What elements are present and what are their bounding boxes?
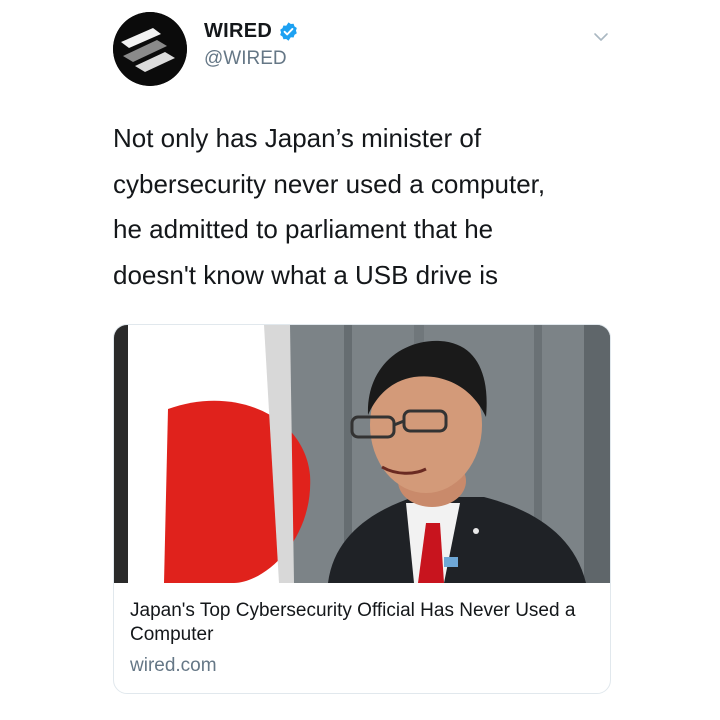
author-handle[interactable]: @WIRED (204, 48, 287, 70)
link-card[interactable]: Japan's Top Cybersecurity Official Has N… (113, 324, 611, 694)
card-title[interactable]: Japan's Top Cybersecurity Official Has N… (130, 599, 590, 647)
author-name[interactable]: WIRED (204, 20, 272, 43)
article-photo (114, 325, 610, 583)
chevron-down-icon[interactable] (592, 28, 610, 46)
verified-badge-icon (278, 21, 299, 42)
avatar[interactable] (113, 12, 187, 86)
author-name-row: WIRED (204, 20, 299, 43)
wired-logo-icon (113, 12, 187, 86)
card-domain: wired.com (130, 655, 217, 676)
tweet-text: Not only has Japan’s minister of cyberse… (113, 123, 546, 290)
